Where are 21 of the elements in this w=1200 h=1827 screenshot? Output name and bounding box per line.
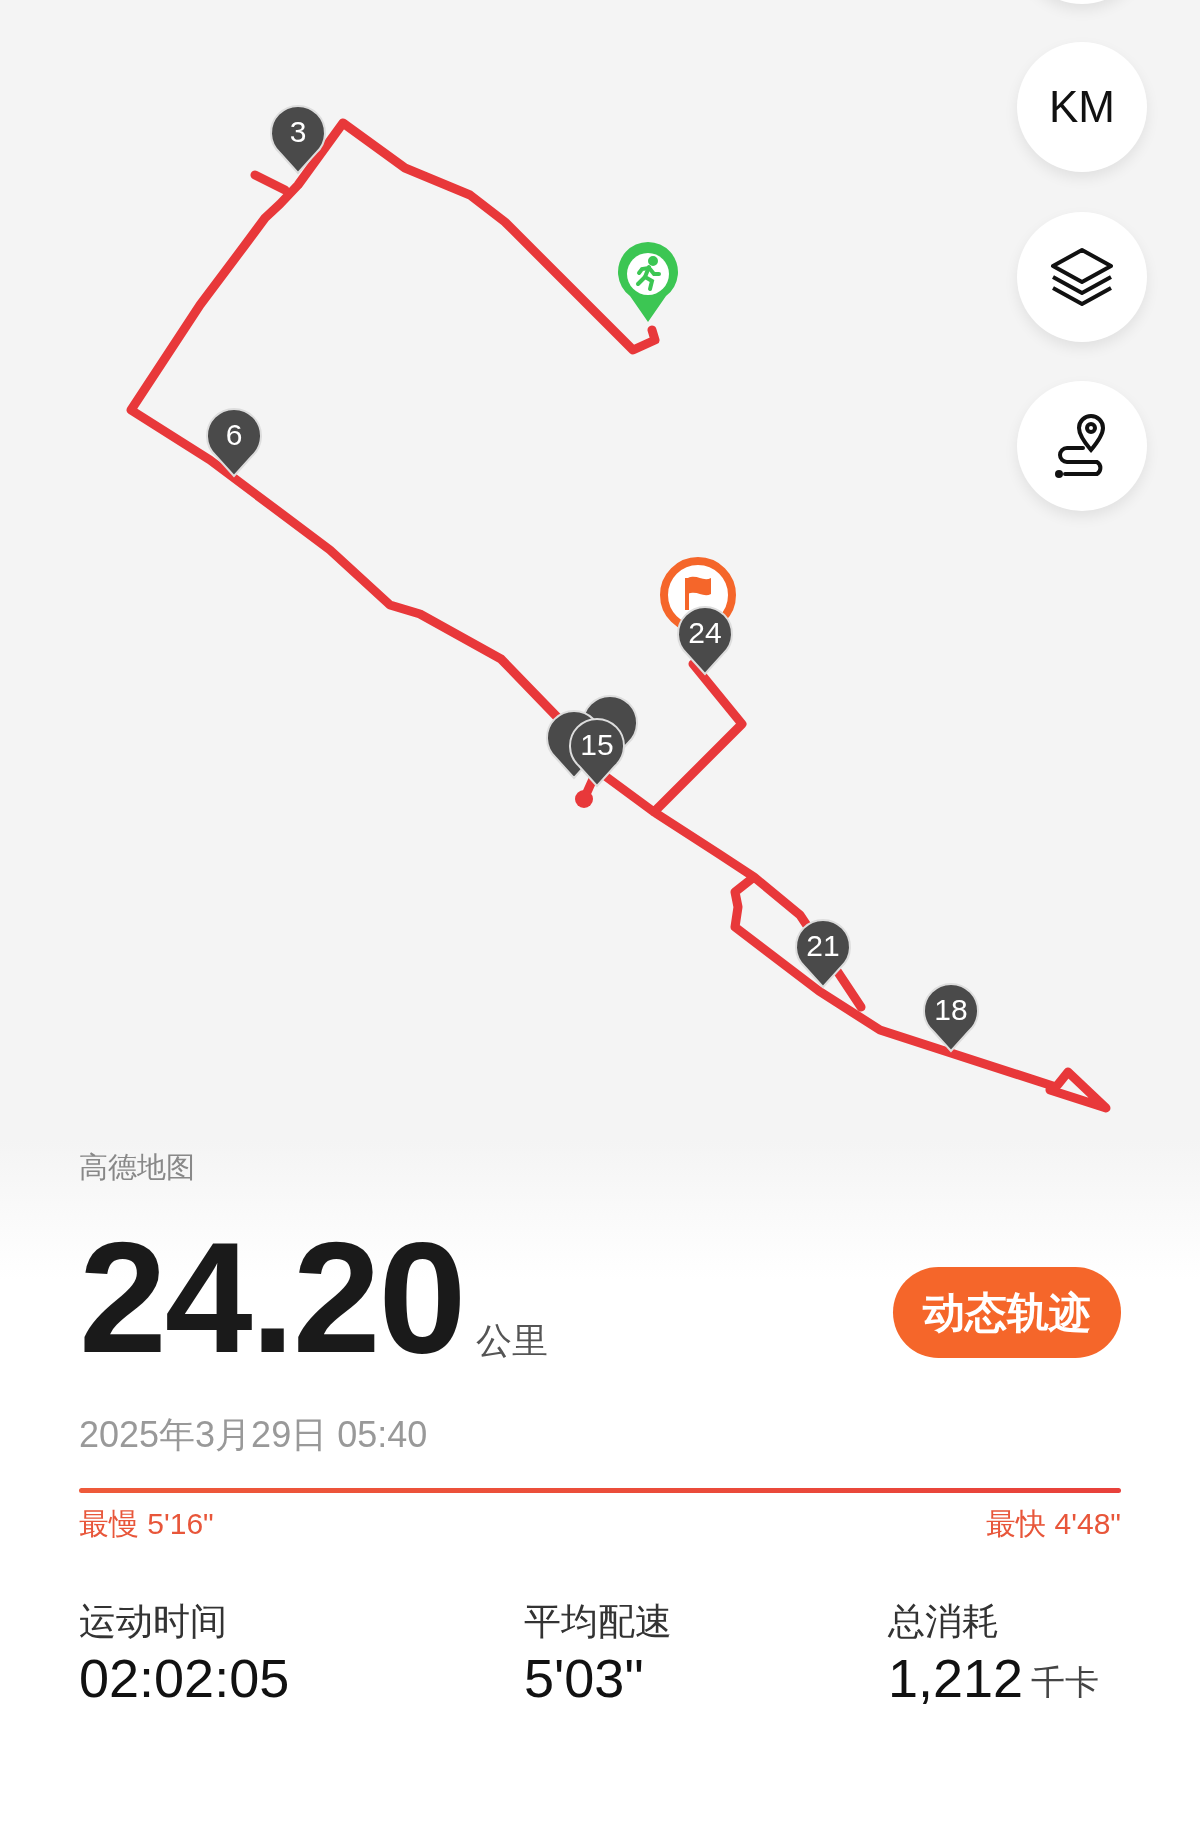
stat-label: 平均配速 bbox=[524, 1599, 673, 1644]
km-marker-pin: 15 bbox=[568, 716, 626, 788]
slowest-pace: 最慢 5'16" bbox=[79, 1505, 214, 1542]
stat-value: 1,212 bbox=[888, 1649, 1024, 1709]
km-marker-pin: 24 bbox=[676, 604, 734, 676]
stat-unit: 千卡 bbox=[1031, 1662, 1100, 1704]
stat-value: 02:02:05 bbox=[79, 1649, 290, 1709]
layers-icon bbox=[1049, 246, 1115, 308]
km-marker-pin: 3 bbox=[269, 103, 327, 175]
map-attribution: 高德地图 bbox=[79, 1150, 196, 1185]
km-marker-pin: 18 bbox=[922, 981, 980, 1053]
stat-label: 总消耗 bbox=[888, 1599, 1000, 1644]
unit-button[interactable]: KM bbox=[1017, 42, 1147, 172]
distance-unit: 公里 bbox=[476, 1318, 549, 1363]
stat-value: 5'03" bbox=[524, 1649, 644, 1709]
fastest-pace: 最快 4'48" bbox=[986, 1505, 1121, 1542]
activity-date: 2025年3月29日 05:40 bbox=[79, 1412, 429, 1457]
distance-value: 24.20 bbox=[79, 1217, 465, 1376]
stat-label: 运动时间 bbox=[79, 1599, 228, 1644]
km-marker-pin: 21 bbox=[794, 917, 852, 989]
km-marker-pin: 6 bbox=[205, 406, 263, 478]
